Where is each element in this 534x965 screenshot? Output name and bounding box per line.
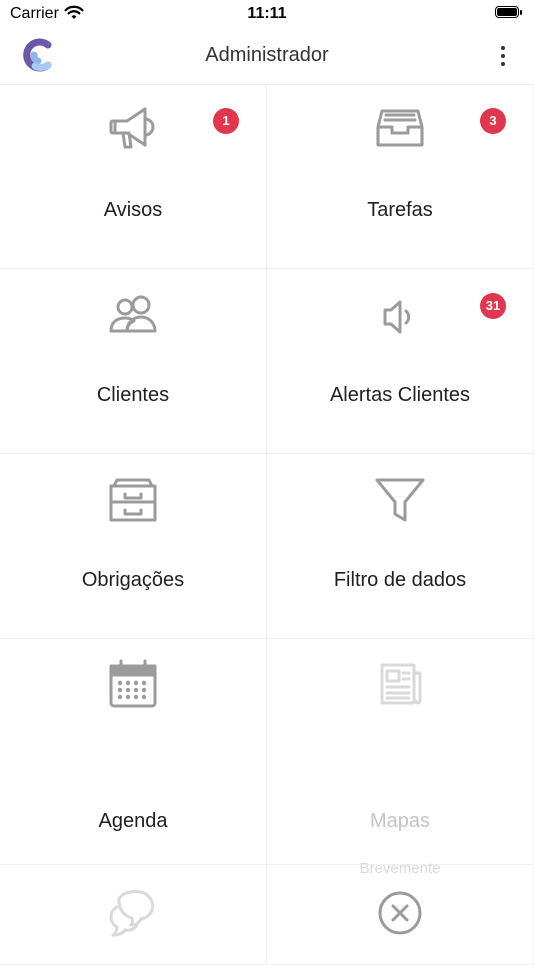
tile-filtro-de-dados[interactable]: Filtro de dados (267, 454, 534, 639)
tile-label: Filtro de dados (333, 569, 467, 591)
tile-label: Alertas Clientes (329, 384, 471, 406)
tile-avisos[interactable]: 1 Avisos (0, 84, 267, 269)
tile-label: Clientes (96, 384, 170, 406)
inbox-tray-icon (372, 101, 428, 157)
tile-label: Obrigações (81, 569, 185, 591)
tile-chat (0, 865, 267, 965)
tile-alertas-clientes[interactable]: 31 Alertas Clientes (267, 269, 534, 454)
users-icon (105, 289, 161, 345)
tile-label: Agenda (98, 810, 168, 832)
navigation-bar: Administrador (0, 28, 534, 85)
tile-tarefas[interactable]: 3 Tarefas (267, 84, 534, 269)
tile-obrigacoes[interactable]: Obrigações (0, 454, 267, 639)
close-circle-icon (372, 885, 428, 941)
battery-icon (495, 6, 523, 20)
calendar-icon (105, 657, 161, 713)
archive-icon (105, 472, 161, 528)
tile-close[interactable] (267, 865, 534, 965)
more-options-icon[interactable] (490, 40, 516, 72)
newspaper-icon (372, 657, 428, 713)
menu-grid: 1 Avisos 3 Tarefas Clientes 31 Alertas C… (0, 84, 534, 965)
status-bar: Carrier 11:11 (0, 0, 534, 28)
clock: 11:11 (247, 5, 287, 22)
speaker-icon (372, 289, 428, 345)
tile-agenda[interactable]: Agenda (0, 639, 267, 865)
notification-badge: 1 (213, 108, 239, 134)
page-title: Administrador (205, 44, 329, 66)
tile-label: Avisos (103, 199, 163, 221)
notification-badge: 31 (480, 293, 506, 319)
notification-badge: 3 (480, 108, 506, 134)
tile-clientes[interactable]: Clientes (0, 269, 267, 454)
chat-bubbles-icon (105, 885, 161, 941)
megaphone-icon (105, 101, 161, 157)
tile-mapas: Mapas Brevemente (267, 639, 534, 877)
funnel-icon (372, 472, 428, 528)
tile-label: Mapas (369, 810, 431, 832)
tile-label: Tarefas (367, 199, 433, 221)
